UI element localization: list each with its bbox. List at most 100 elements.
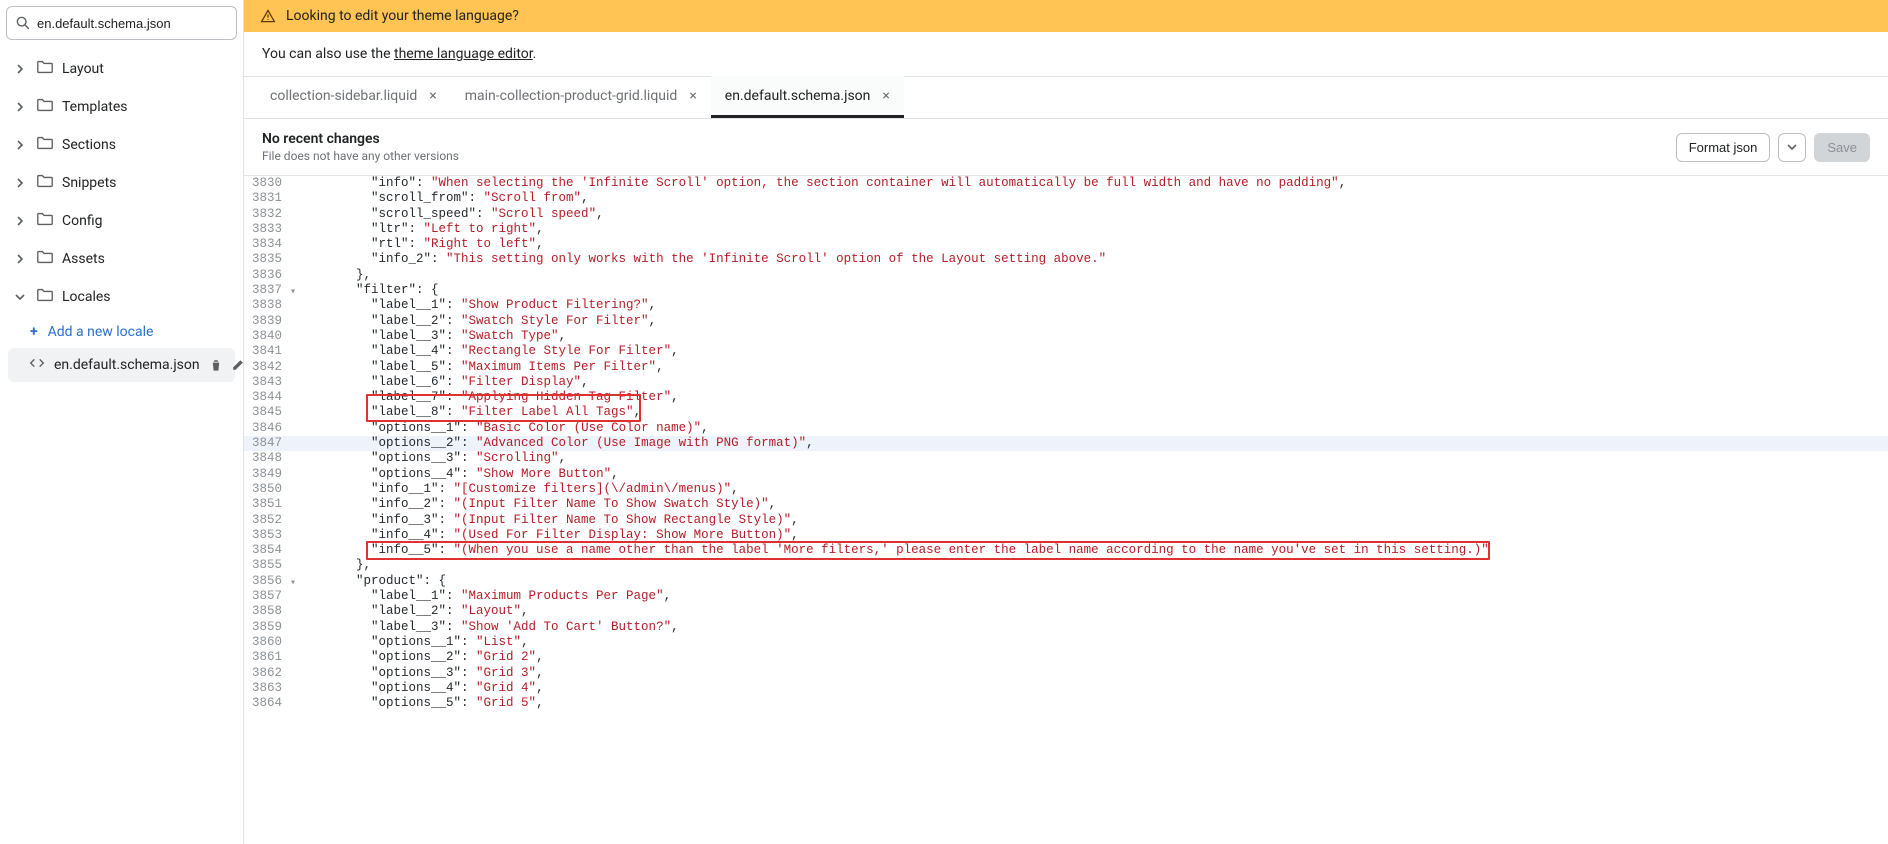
line-number: 3856 [244,574,292,589]
chevron-right-icon [12,137,28,153]
line-number: 3857 [244,589,292,604]
plus-icon: + [30,324,38,340]
code-line[interactable]: 3851 "info__2": "(Input Filter Name To S… [244,497,1888,512]
code-line[interactable]: 3862 "options__3": "Grid 3", [244,666,1888,681]
line-number: 3854 [244,543,292,558]
code-line[interactable]: 3836 }, [244,268,1888,283]
folder-icon [36,172,54,194]
line-number: 3838 [244,298,292,313]
tab-label: main-collection-product-grid.liquid [465,88,678,104]
save-button[interactable]: Save [1814,133,1870,162]
code-line[interactable]: 3855 }, [244,558,1888,573]
code-line[interactable]: 3841 "label__4": "Rectangle Style For Fi… [244,344,1888,359]
code-line[interactable]: 3840 "label__3": "Swatch Type", [244,329,1888,344]
pencil-icon[interactable] [230,357,244,373]
status-sub: File does not have any other versions [262,149,459,163]
tree-folder-label: Config [62,213,102,229]
code-editor[interactable]: 3830 "info": "When selecting the 'Infini… [244,176,1888,844]
line-number: 3849 [244,467,292,482]
format-json-button[interactable]: Format json [1676,133,1771,162]
chevron-down-icon [12,289,28,305]
code-line[interactable]: 3831 "scroll_from": "Scroll from", [244,191,1888,206]
tree-folder-label: Layout [62,61,104,77]
code-line[interactable]: 3854 "info__5": "(When you use a name ot… [244,543,1888,558]
code-line[interactable]: 3844 "label__7": "Applying Hidden Tag Fi… [244,390,1888,405]
chevron-right-icon [12,251,28,267]
code-line[interactable]: 3852 "info__3": "(Input Filter Name To S… [244,513,1888,528]
code-line[interactable]: 3863 "options__4": "Grid 4", [244,681,1888,696]
code-line[interactable]: 3834 "rtl": "Right to left", [244,237,1888,252]
folder-icon [36,248,54,270]
tree-folder-assets[interactable]: Assets [6,240,237,278]
code-line[interactable]: 3848 "options__3": "Scrolling", [244,451,1888,466]
line-number: 3864 [244,696,292,711]
line-number: 3847 [244,436,292,451]
file-row-active[interactable]: en.default.schema.json [8,348,235,382]
line-number: 3852 [244,513,292,528]
code-line[interactable]: 3830 "info": "When selecting the 'Infini… [244,176,1888,191]
line-number: 3834 [244,237,292,252]
format-json-caret[interactable] [1778,133,1806,162]
chevron-right-icon [12,99,28,115]
tab-label: en.default.schema.json [725,88,871,104]
code-line[interactable]: 3859 "label__3": "Show 'Add To Cart' But… [244,620,1888,635]
tree-folder-label: Assets [62,251,105,267]
tree-folder-config[interactable]: Config [6,202,237,240]
line-number: 3858 [244,604,292,619]
line-number: 3830 [244,176,292,191]
code-line[interactable]: 3835 "info_2": "This setting only works … [244,252,1888,267]
tree-folder-templates[interactable]: Templates [6,88,237,126]
close-icon[interactable]: × [429,88,436,104]
code-line[interactable]: 3838 "label__1": "Show Product Filtering… [244,298,1888,313]
tree-folder-snippets[interactable]: Snippets [6,164,237,202]
line-number: 3853 [244,528,292,543]
theme-language-editor-link[interactable]: theme language editor [394,46,533,62]
code-line[interactable]: 3845 "label__8": "Filter Label All Tags"… [244,405,1888,420]
code-line[interactable]: 3857 "label__1": "Maximum Products Per P… [244,589,1888,604]
chevron-right-icon [12,213,28,229]
code-line[interactable]: 3850 "info__1": "[Customize filters](\/a… [244,482,1888,497]
code-line[interactable]: 3853 "info__4": "(Used For Filter Displa… [244,528,1888,543]
code-line[interactable]: 3833 "ltr": "Left to right", [244,222,1888,237]
line-number: 3839 [244,314,292,329]
line-number: 3841 [244,344,292,359]
tree-folder-layout[interactable]: Layout [6,50,237,88]
tab-label: collection-sidebar.liquid [270,88,417,104]
tab-en-default-schema-json[interactable]: en.default.schema.json × [711,76,904,118]
code-line[interactable]: 3849 "options__4": "Show More Button", [244,467,1888,482]
line-number: 3835 [244,252,292,267]
tree-folder-sections[interactable]: Sections [6,126,237,164]
code-line[interactable]: 3847 "options__2": "Advanced Color (Use … [244,436,1888,451]
tab-main-collection-product-grid-liquid[interactable]: main-collection-product-grid.liquid × [451,76,711,118]
trash-icon[interactable] [208,357,224,373]
code-line[interactable]: 3861 "options__2": "Grid 2", [244,650,1888,665]
code-line[interactable]: 3843 "label__6": "Filter Display", [244,375,1888,390]
close-icon[interactable]: × [689,88,696,104]
code-line[interactable]: 3842 "label__5": "Maximum Items Per Filt… [244,360,1888,375]
close-icon[interactable]: × [882,88,889,104]
chevron-right-icon [12,61,28,77]
language-sub-banner: You can also use the theme language edit… [244,32,1888,77]
line-number: 3832 [244,207,292,222]
tab-collection-sidebar-liquid[interactable]: collection-sidebar.liquid × [256,76,451,118]
code-line[interactable]: 3839 "label__2": "Swatch Style For Filte… [244,314,1888,329]
line-number: 3840 [244,329,292,344]
code-line[interactable]: 3837 "filter": {▾ [244,283,1888,298]
code-line[interactable]: 3864 "options__5": "Grid 5", [244,696,1888,711]
code-line[interactable]: 3856 "product": {▾ [244,574,1888,589]
line-number: 3842 [244,360,292,375]
code-line[interactable]: 3832 "scroll_speed": "Scroll speed", [244,207,1888,222]
tree-folder-locales[interactable]: Locales [6,278,237,316]
code-line[interactable]: 3846 "options__1": "Basic Color (Use Col… [244,421,1888,436]
line-number: 3855 [244,558,292,573]
folder-icon [36,286,54,308]
folder-icon [36,96,54,118]
folder-icon [36,210,54,232]
add-locale-link[interactable]: +Add a new locale [6,316,237,348]
code-line[interactable]: 3860 "options__1": "List", [244,635,1888,650]
search-icon [14,14,32,32]
line-number: 3860 [244,635,292,650]
code-line[interactable]: 3858 "label__2": "Layout", [244,604,1888,619]
line-number: 3863 [244,681,292,696]
search-input[interactable] [6,6,237,40]
